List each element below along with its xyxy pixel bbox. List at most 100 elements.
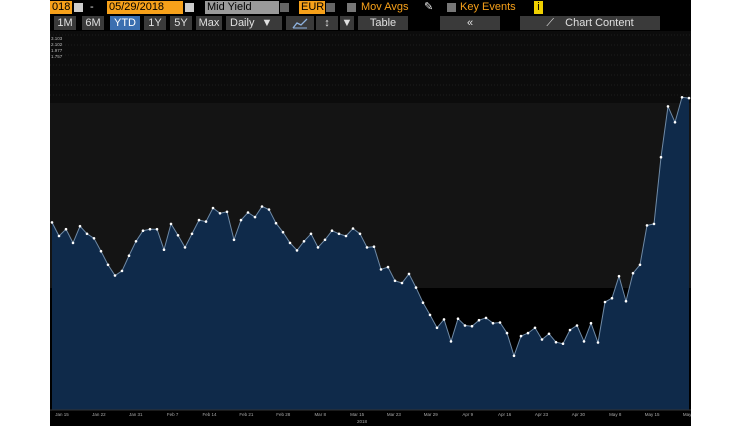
data-point: [106, 263, 110, 267]
collapse-button[interactable]: «: [440, 16, 500, 30]
data-point: [239, 218, 243, 222]
x-tick-label: Apr 16: [498, 412, 512, 417]
data-point: [533, 326, 537, 330]
frequency-select[interactable]: Daily ▼: [226, 16, 282, 30]
x-tick-label: Jan 31: [129, 412, 143, 417]
x-tick-label: Feb 28: [276, 412, 291, 417]
y-tick-label: 3.103: [51, 36, 63, 41]
y-tick-label: 2.102: [51, 42, 63, 47]
period-1y-button[interactable]: 1Y: [144, 16, 166, 30]
start-date-field[interactable]: 018: [50, 1, 72, 14]
chart-plot-area[interactable]: 3.103 2.102 1.977 1.757 Jan 15 Jan 22 Jan 31 F…: [50, 31, 696, 426]
data-point: [218, 212, 222, 215]
x-tick-label: Apr 9: [462, 412, 473, 417]
data-point: [484, 316, 488, 320]
start-calendar-icon[interactable]: [74, 3, 83, 12]
info-icon[interactable]: i: [534, 1, 543, 14]
data-point: [344, 234, 348, 238]
period-1m-button[interactable]: 1M: [54, 16, 76, 30]
x-axis-year-label: 2018: [357, 419, 368, 424]
currency-dropdown-icon[interactable]: [326, 3, 335, 12]
x-tick-label: Mar 15: [350, 412, 365, 417]
data-point: [498, 321, 502, 324]
data-point: [659, 155, 663, 159]
chart-type-dropdown-icon[interactable]: ▼: [340, 16, 354, 30]
data-point: [57, 234, 61, 238]
data-point: [295, 249, 299, 252]
data-point: [225, 210, 229, 214]
x-tick-label: Mar 8: [314, 412, 326, 417]
data-point: [211, 206, 215, 210]
data-point: [190, 232, 194, 236]
mov-avgs-checkbox[interactable]: [347, 3, 356, 12]
data-point: [400, 281, 404, 285]
chart-content-icon: ⟋: [546, 17, 555, 29]
data-point: [575, 324, 579, 327]
data-point: [428, 313, 432, 317]
data-point: [148, 227, 152, 231]
data-point: [372, 245, 376, 248]
chart-upper-band: [50, 31, 691, 103]
data-point: [288, 241, 292, 245]
period-6m-button[interactable]: 6M: [82, 16, 104, 30]
data-point: [246, 211, 250, 214]
y-tick-label: 1.757: [51, 54, 63, 59]
data-point: [596, 341, 600, 344]
chart-type-icon[interactable]: ↕: [316, 16, 338, 30]
data-point: [323, 238, 327, 242]
data-point: [120, 269, 124, 273]
end-date-field[interactable]: 05/29/2018: [107, 1, 183, 14]
currency-field[interactable]: EUR: [299, 1, 325, 14]
x-tick-label: May 2: [683, 412, 691, 417]
data-point: [666, 105, 670, 108]
x-tick-label: May 8: [609, 412, 622, 417]
x-tick-label: Apr 23: [535, 412, 549, 417]
data-point: [337, 232, 341, 236]
period-max-button[interactable]: Max: [196, 16, 222, 30]
data-point: [50, 221, 54, 224]
x-tick-label: Jan 22: [92, 412, 106, 417]
chevron-down-icon: ▼: [261, 17, 273, 29]
data-point: [680, 96, 684, 99]
data-point: [379, 268, 383, 271]
x-tick-label: Mar 29: [424, 412, 439, 417]
data-point: [309, 232, 313, 236]
data-point: [260, 205, 264, 208]
key-events-checkbox[interactable]: [447, 3, 456, 12]
line-chart-icon[interactable]: [286, 16, 314, 30]
x-tick-label: May 15: [645, 412, 660, 417]
data-point: [365, 246, 369, 249]
chart-toolbar-top: 018 - 05/29/2018 Mid Yield EUR Mov Avgs …: [50, 0, 691, 15]
data-point: [316, 246, 320, 249]
chart-content-button[interactable]: ⟋ Chart Content: [520, 16, 660, 30]
period-ytd-button[interactable]: YTD: [110, 16, 140, 30]
data-point: [141, 229, 145, 232]
data-point: [603, 300, 607, 304]
data-point: [274, 221, 278, 225]
period-5y-button[interactable]: 5Y: [170, 16, 192, 30]
data-point: [505, 331, 509, 335]
field-dropdown-icon[interactable]: [280, 3, 289, 12]
data-point: [421, 301, 425, 305]
x-tick-label: Mar 23: [387, 412, 402, 417]
data-point: [267, 208, 271, 211]
data-point: [113, 274, 117, 277]
data-point: [519, 334, 523, 338]
data-point: [442, 318, 446, 321]
pencil-icon[interactable]: ✎: [424, 0, 433, 15]
data-point: [512, 354, 516, 358]
data-point: [624, 299, 628, 303]
x-tick-label: Feb 21: [239, 412, 254, 417]
data-point: [253, 215, 257, 219]
date-separator: -: [90, 1, 94, 13]
table-button[interactable]: Table: [358, 16, 408, 30]
chart-svg: 3.1032.1021.9771.757 Jan 15 Jan 22 Jan 31 F…: [50, 31, 696, 424]
data-point: [477, 318, 481, 322]
field-select[interactable]: Mid Yield: [205, 1, 279, 14]
chart-toolbar-bottom: 1M 6M YTD 1Y 5Y Max Daily ▼ ↕ ▼ Table « …: [50, 15, 691, 31]
data-point: [162, 248, 166, 251]
data-point: [582, 340, 586, 343]
end-calendar-icon[interactable]: [185, 3, 194, 12]
data-point: [414, 286, 418, 289]
data-point: [302, 240, 306, 243]
